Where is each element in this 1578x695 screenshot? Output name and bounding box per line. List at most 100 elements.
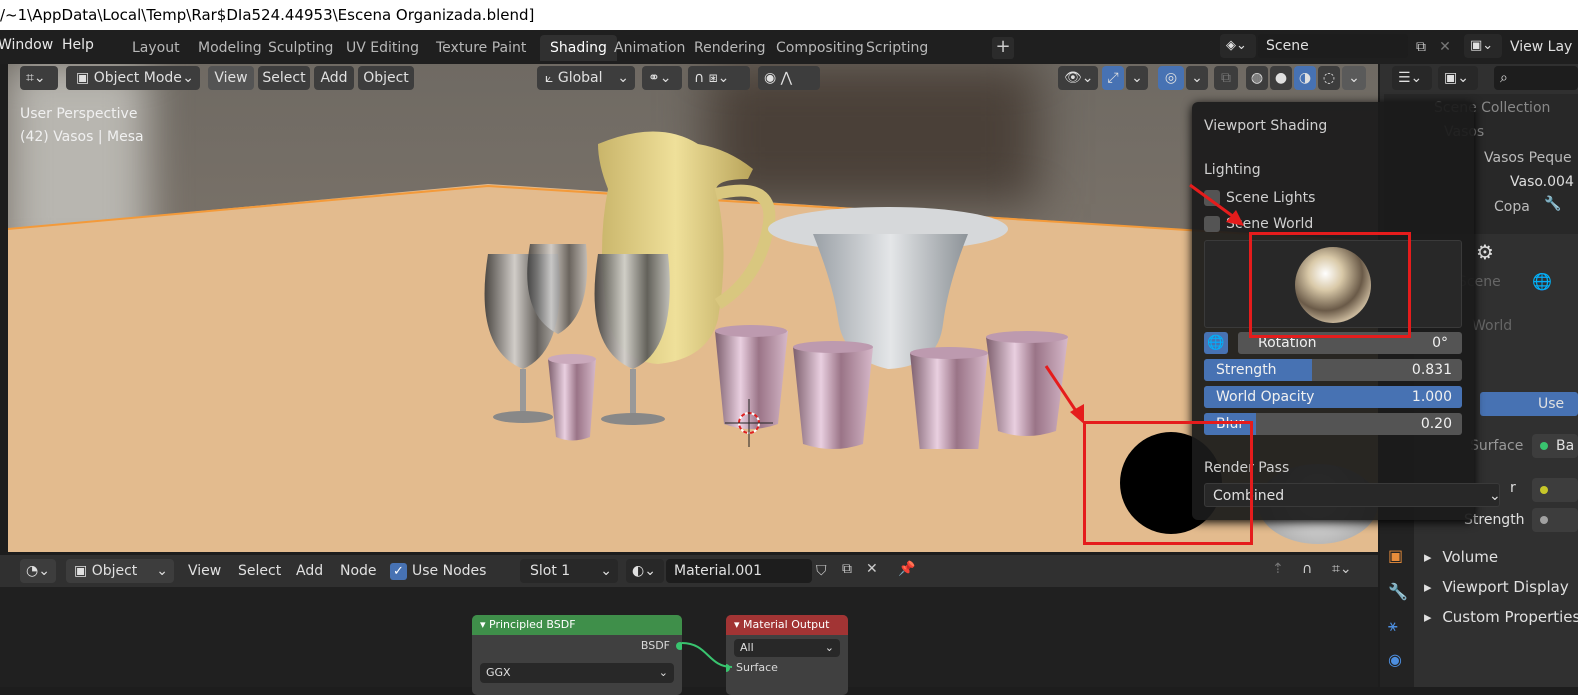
editor-type-button[interactable]: ⌗⌄: [20, 66, 58, 90]
tab-layout[interactable]: Layout: [122, 35, 190, 61]
shader-type-label: Object: [91, 563, 138, 579]
scene-icon: ◈⌄: [1226, 38, 1247, 53]
add-menu[interactable]: Add: [314, 66, 354, 90]
new-scene-icon[interactable]: ⧉: [1410, 36, 1432, 58]
viewport-display-panel[interactable]: ▸ Viewport Display: [1424, 578, 1569, 596]
node-view-menu[interactable]: View: [188, 563, 221, 579]
node-node-menu[interactable]: Node: [340, 563, 377, 579]
shading-wireframe-button[interactable]: ◍: [1246, 66, 1268, 90]
surface-value: Ba: [1556, 438, 1575, 454]
menu-window[interactable]: Window: [0, 30, 53, 62]
material-output-header[interactable]: ▾ Material Output: [726, 615, 848, 635]
tab-sculpting[interactable]: Sculpting: [258, 35, 343, 61]
scene-selector-button[interactable]: ◈⌄: [1220, 34, 1256, 58]
outliner-vaso004[interactable]: Vaso.004: [1510, 174, 1574, 190]
snap-magnet-icon[interactable]: ∩: [1302, 561, 1312, 577]
select-menu[interactable]: Select: [258, 66, 310, 90]
gizmo-toggle[interactable]: ⤢: [1102, 66, 1124, 90]
mode-selector[interactable]: ▣ Object Mode ⌄: [66, 66, 200, 90]
modifier-tab-icon[interactable]: 🔧: [1388, 582, 1408, 601]
outliner-vasos-peque[interactable]: Vasos Peque: [1484, 150, 1572, 166]
outliner-type-icon[interactable]: ☰⌄: [1392, 66, 1432, 90]
chevron-down-icon: ⌄: [156, 563, 168, 579]
particles-tab-icon[interactable]: ⚹: [1388, 616, 1398, 636]
transform-orientation-selector[interactable]: ⟀ Global ⌄: [537, 66, 635, 90]
object-menu[interactable]: Object: [358, 66, 414, 90]
file-path: /~1\AppData\Local\Temp\Rar$DIa524.44953\…: [0, 6, 535, 24]
use-nodes-checkbox[interactable]: ✓: [390, 563, 407, 580]
tab-texture-paint[interactable]: Texture Paint: [426, 35, 536, 61]
use-nodes-button[interactable]: Use: [1480, 392, 1578, 416]
snapping-button[interactable]: ∩ ⧆⌄: [688, 66, 750, 90]
view-layer-selector-button[interactable]: ▣⌄: [1464, 34, 1502, 58]
custom-properties-panel[interactable]: ▸ Custom Properties: [1424, 608, 1578, 626]
bsdf-output-label: BSDF: [640, 639, 670, 652]
tab-scripting[interactable]: Scripting: [856, 35, 938, 61]
unlink-material-icon[interactable]: ✕: [866, 561, 878, 577]
chevron-down-icon: ⌄: [1131, 70, 1143, 86]
node-editor-canvas[interactable]: ▾ Principled BSDF BSDF GGX ⌄ ▾ Material O…: [0, 587, 1378, 695]
editor-type-icon: ◔⌄: [26, 563, 50, 579]
outliner-copa[interactable]: Copa: [1494, 199, 1530, 215]
overlay-icon: ◎: [1164, 70, 1178, 86]
duplicate-material-icon[interactable]: ⧉: [842, 561, 852, 577]
node-add-menu[interactable]: Add: [296, 563, 323, 579]
display-mode-icon[interactable]: ▣⌄: [1438, 66, 1478, 90]
color-field[interactable]: [1532, 478, 1578, 502]
proportional-editing-button[interactable]: ◉ ⋀: [758, 66, 820, 90]
chevron-down-icon: ⌄: [600, 563, 612, 579]
surface-input-label: Surface: [736, 661, 778, 674]
workspace-tabs: Layout Modeling Sculpting UV Editing Texture…: [120, 30, 1020, 64]
principled-bsdf-node[interactable]: ▾ Principled BSDF BSDF GGX ⌄: [472, 615, 682, 695]
pivot-point-button[interactable]: ⚭⌄: [642, 66, 682, 90]
gear-icon[interactable]: ⚙: [1476, 240, 1494, 264]
shading-material-button[interactable]: ◑: [1294, 66, 1316, 90]
add-workspace-button[interactable]: +: [992, 37, 1014, 59]
material-output-node[interactable]: ▾ Material Output All ⌄ Surface: [726, 615, 848, 695]
node-select-menu[interactable]: Select: [238, 563, 281, 579]
material-browse-button[interactable]: ◐⌄: [626, 559, 664, 583]
view-menu[interactable]: View: [208, 66, 254, 90]
snap-element-icon[interactable]: ⌗⌄: [1332, 561, 1352, 577]
output-target-dropdown[interactable]: All ⌄: [734, 639, 840, 657]
parent-node-tree-icon[interactable]: ⇡: [1272, 561, 1284, 577]
overlay-toggle[interactable]: ◎: [1158, 66, 1184, 90]
gizmo-icon: ⤢: [1107, 70, 1119, 86]
volume-panel[interactable]: ▸ Volume: [1424, 548, 1498, 566]
fake-user-shield-icon[interactable]: ⛉: [816, 563, 827, 579]
distribution-dropdown[interactable]: GGX ⌄: [480, 663, 674, 683]
overlay-dropdown[interactable]: ⌄: [1186, 66, 1208, 90]
surface-shader-field[interactable]: Ba: [1532, 434, 1578, 458]
pin-icon[interactable]: 📌: [898, 561, 915, 577]
shading-options-dropdown[interactable]: ⌄: [1342, 66, 1366, 90]
shading-solid-button[interactable]: ●: [1270, 66, 1292, 90]
material-name-field[interactable]: Material.001: [666, 559, 812, 583]
shading-rendered-button[interactable]: ◌: [1318, 66, 1340, 90]
xray-toggle[interactable]: ⧉: [1214, 66, 1238, 90]
principled-bsdf-header[interactable]: ▾ Principled BSDF: [472, 615, 682, 635]
chevron-down-icon: ⌄: [658, 666, 668, 679]
delete-scene-icon[interactable]: ✕: [1434, 36, 1456, 58]
selection-label: (42) Vasos | Mesa: [20, 129, 144, 145]
outliner-search-icon[interactable]: ⌕: [1494, 66, 1578, 90]
shader-type-selector[interactable]: ▣ Object ⌄: [66, 559, 174, 583]
orientation-label: Global: [557, 70, 603, 86]
expand-arrow-icon: ▸: [1424, 548, 1437, 566]
object-tab-icon[interactable]: ▣: [1388, 546, 1403, 565]
tab-uv-editing[interactable]: UV Editing: [336, 35, 429, 61]
tab-rendering[interactable]: Rendering: [684, 35, 776, 61]
strength-field[interactable]: [1532, 508, 1578, 532]
magnet-icon: ∩ ⧆⌄: [694, 70, 730, 86]
gizmo-dropdown[interactable]: ⌄: [1126, 66, 1148, 90]
use-nodes-label: Use Nodes: [412, 563, 487, 579]
physics-tab-icon[interactable]: ◉: [1388, 650, 1402, 669]
view-layer-icon: ▣⌄: [1470, 38, 1494, 53]
object-icon: ▣: [74, 563, 92, 579]
menu-help[interactable]: Help: [62, 30, 94, 62]
scene-name-field[interactable]: Scene: [1258, 34, 1408, 58]
node-editor-type-button[interactable]: ◔⌄: [20, 559, 56, 583]
view-layer-name[interactable]: View Lay: [1510, 36, 1572, 58]
tab-animation[interactable]: Animation: [604, 35, 695, 61]
visibility-button[interactable]: 👁⌄: [1058, 66, 1098, 90]
slot-selector[interactable]: Slot 1 ⌄: [520, 559, 618, 583]
